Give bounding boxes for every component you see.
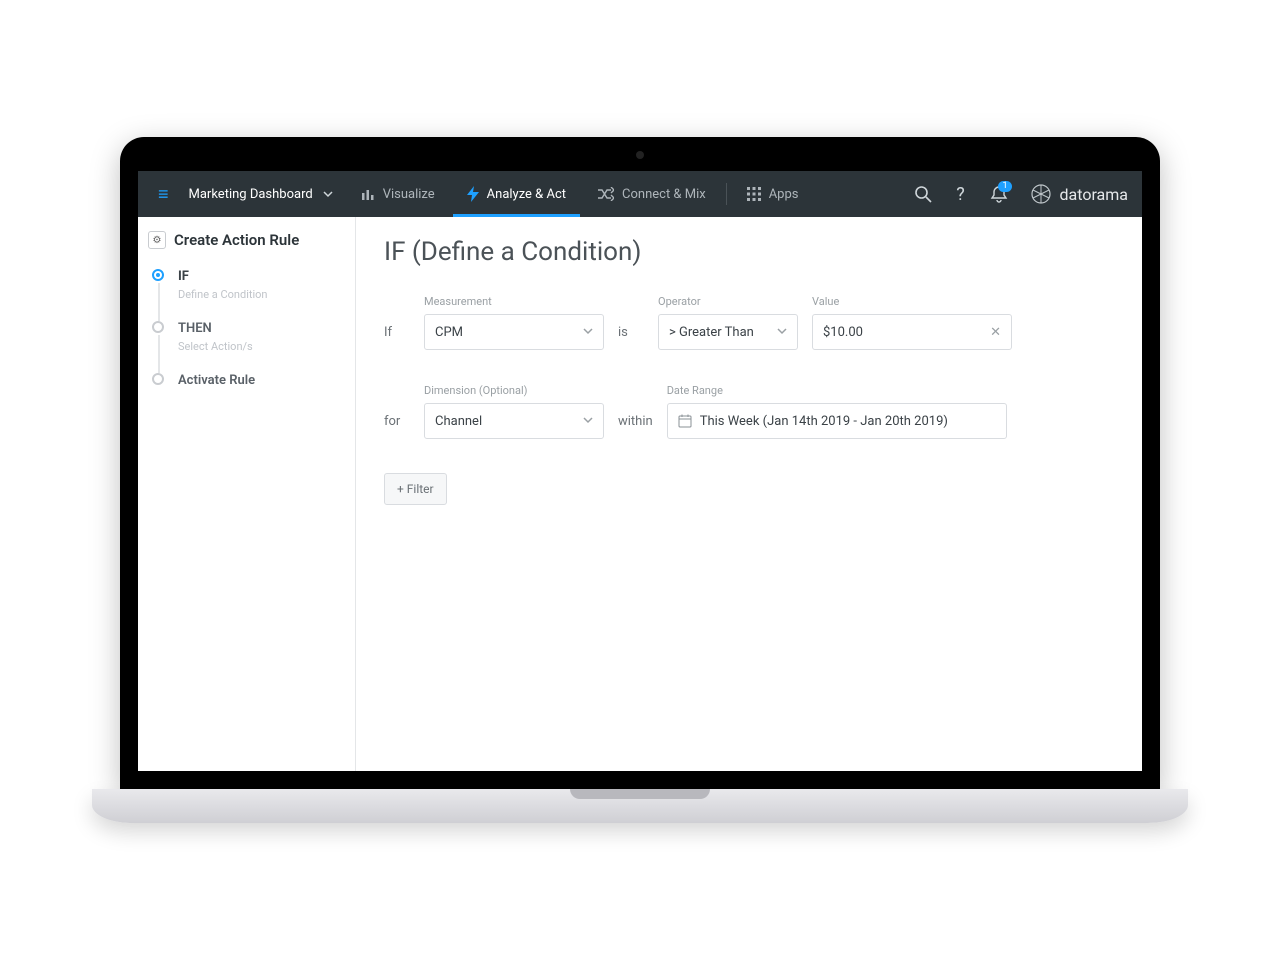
shuffle-icon bbox=[598, 187, 614, 201]
page-title: IF (Define a Condition) bbox=[384, 237, 1114, 267]
chevron-down-icon bbox=[583, 325, 593, 340]
step-then[interactable]: THEN Select Action/s bbox=[156, 315, 341, 367]
daterange-picker[interactable]: This Week (Jan 14th 2019 - Jan 20th 2019… bbox=[667, 403, 1007, 439]
nav-label: Connect & Mix bbox=[622, 187, 706, 202]
bolt-icon bbox=[467, 186, 479, 202]
chevron-down-icon bbox=[323, 189, 333, 199]
keyword-for: for bbox=[384, 414, 410, 439]
nav-apps[interactable]: Apps bbox=[733, 171, 813, 217]
nav-visualize[interactable]: Visualize bbox=[347, 171, 449, 217]
keyword-is: is bbox=[618, 325, 644, 350]
sidebar-title: Create Action Rule bbox=[174, 231, 299, 249]
dimension-value: Channel bbox=[435, 414, 482, 429]
step-bullet-icon bbox=[152, 321, 164, 333]
nav-label: Visualize bbox=[383, 187, 435, 202]
dashboard-name: Marketing Dashboard bbox=[189, 187, 313, 202]
keyword-if: If bbox=[384, 325, 410, 350]
step-if[interactable]: IF Define a Condition bbox=[156, 263, 341, 315]
datorama-mark-icon bbox=[1030, 183, 1052, 205]
step-activate[interactable]: Activate Rule bbox=[156, 367, 341, 402]
apps-grid-icon bbox=[747, 187, 761, 201]
value-input[interactable]: $10.00 ✕ bbox=[812, 314, 1012, 350]
add-filter-button[interactable]: + Filter bbox=[384, 473, 447, 505]
nav-label: Apps bbox=[769, 187, 799, 202]
step-label: IF bbox=[178, 269, 341, 284]
menu-icon[interactable]: ≡ bbox=[152, 184, 175, 205]
dimension-select[interactable]: Channel bbox=[424, 403, 604, 439]
laptop-base bbox=[92, 789, 1188, 823]
add-filter-label: + Filter bbox=[397, 482, 434, 496]
operator-value: > Greater Than bbox=[669, 325, 754, 340]
search-icon[interactable] bbox=[906, 177, 940, 211]
step-label: Activate Rule bbox=[178, 373, 341, 388]
step-label: THEN bbox=[178, 321, 341, 336]
value-label: Value bbox=[812, 295, 1012, 308]
value-text: $10.00 bbox=[823, 325, 863, 340]
nav-label: Analyze & Act bbox=[487, 187, 566, 202]
measurement-select[interactable]: CPM bbox=[424, 314, 604, 350]
clear-icon[interactable]: ✕ bbox=[990, 325, 1001, 340]
chevron-down-icon bbox=[583, 414, 593, 429]
chevron-down-icon bbox=[777, 325, 787, 340]
help-icon[interactable]: ? bbox=[944, 177, 978, 211]
step-sublabel: Define a Condition bbox=[178, 288, 341, 301]
keyword-within: within bbox=[618, 414, 653, 439]
main-panel: IF (Define a Condition) If Measurement C… bbox=[356, 217, 1142, 771]
daterange-label: Date Range bbox=[667, 384, 1007, 397]
bar-chart-icon bbox=[361, 187, 375, 201]
sidebar: ⚙ Create Action Rule IF Define a Conditi… bbox=[138, 217, 356, 771]
nav-connect-mix[interactable]: Connect & Mix bbox=[584, 171, 720, 217]
dashboard-dropdown[interactable]: Marketing Dashboard bbox=[179, 187, 343, 202]
brand-name: datorama bbox=[1060, 185, 1128, 204]
nav-analyze-act[interactable]: Analyze & Act bbox=[453, 171, 580, 217]
notification-badge: 1 bbox=[998, 181, 1011, 192]
brand-logo: datorama bbox=[1020, 183, 1128, 205]
top-nav: ≡ Marketing Dashboard Visualize Analyze … bbox=[138, 171, 1142, 217]
operator-select[interactable]: > Greater Than bbox=[658, 314, 798, 350]
step-bullet-icon bbox=[152, 373, 164, 385]
condition-row-2: for Dimension (Optional) Channel within bbox=[384, 384, 1114, 439]
step-bullet-icon bbox=[152, 269, 164, 281]
condition-row-1: If Measurement CPM is bbox=[384, 295, 1114, 350]
notifications-icon[interactable]: 1 bbox=[982, 177, 1016, 211]
rule-icon: ⚙ bbox=[148, 231, 166, 249]
dimension-label: Dimension (Optional) bbox=[424, 384, 604, 397]
calendar-icon bbox=[678, 414, 692, 428]
measurement-value: CPM bbox=[435, 325, 463, 340]
daterange-value: This Week (Jan 14th 2019 - Jan 20th 2019… bbox=[700, 414, 948, 429]
operator-label: Operator bbox=[658, 295, 798, 308]
nav-divider bbox=[726, 183, 727, 205]
measurement-label: Measurement bbox=[424, 295, 604, 308]
step-sublabel: Select Action/s bbox=[178, 340, 341, 353]
app-window: ≡ Marketing Dashboard Visualize Analyze … bbox=[138, 171, 1142, 771]
